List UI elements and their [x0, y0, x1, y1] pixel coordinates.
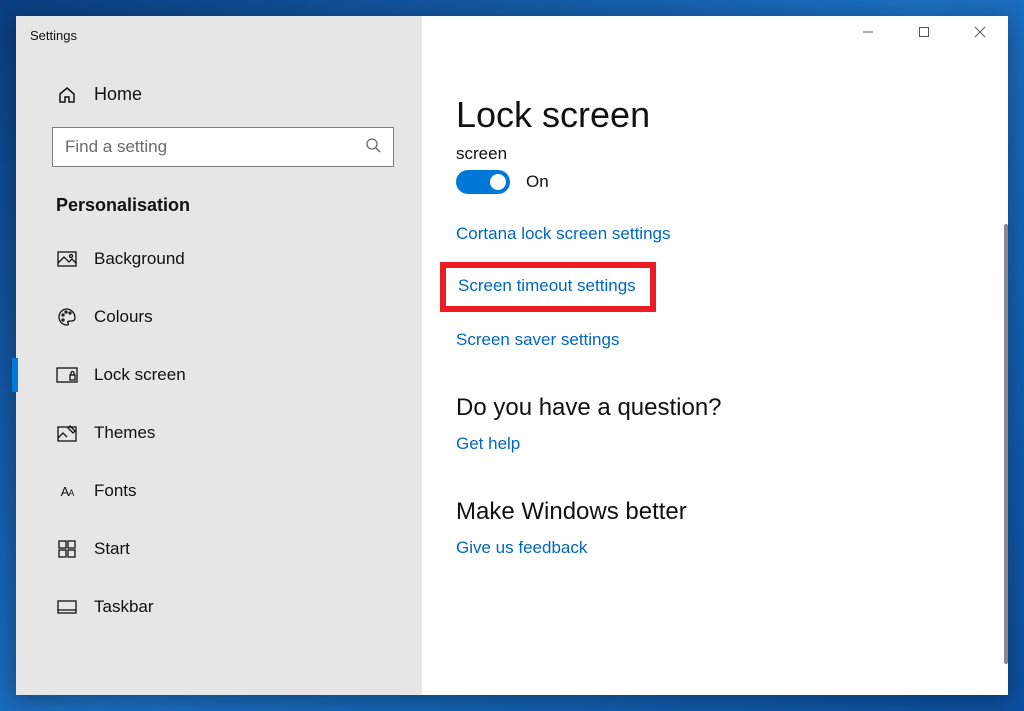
page-title: Lock screen	[456, 94, 968, 136]
toggle-state: On	[526, 172, 549, 192]
sidebar-item-colours[interactable]: Colours	[16, 288, 422, 346]
maximize-button[interactable]	[896, 16, 952, 48]
sidebar-item-label: Colours	[94, 307, 153, 327]
sidebar-item-fonts[interactable]: AA Fonts	[16, 462, 422, 520]
settings-window: Settings Home	[16, 16, 1008, 695]
search-placeholder: Find a setting	[65, 137, 167, 157]
toggle-caption: screen	[456, 144, 968, 164]
content-pane: Lock screen screen On Cortana lock scree…	[422, 16, 1008, 695]
sidebar-item-label: Fonts	[94, 481, 137, 501]
search-input[interactable]: Find a setting	[52, 127, 394, 167]
feedback-header: Make Windows better	[456, 498, 968, 526]
taskbar-icon	[56, 600, 78, 614]
minimize-button[interactable]	[840, 16, 896, 48]
desktop-background: Settings Home	[0, 0, 1024, 711]
highlight-box: Screen timeout settings	[440, 262, 656, 312]
picture-icon	[56, 251, 78, 267]
toggle-row: On	[456, 170, 968, 194]
get-help-link[interactable]: Get help	[456, 434, 520, 454]
sidebar-item-label: Taskbar	[94, 597, 154, 617]
sidebar-item-lock-screen[interactable]: Lock screen	[16, 346, 422, 404]
feedback-link[interactable]: Give us feedback	[456, 538, 587, 558]
screen-saver-link[interactable]: Screen saver settings	[456, 330, 619, 350]
sidebar-item-label: Background	[94, 249, 185, 269]
sidebar-item-themes[interactable]: Themes	[16, 404, 422, 462]
sidebar-item-label: Lock screen	[94, 365, 186, 385]
scrollbar-thumb[interactable]	[1004, 224, 1008, 664]
search-icon	[365, 137, 381, 158]
home-label: Home	[94, 84, 142, 105]
sidebar-item-start[interactable]: Start	[16, 520, 422, 578]
lock-screen-icon	[56, 367, 78, 383]
close-button[interactable]	[952, 16, 1008, 48]
titlebar: Settings	[16, 16, 1008, 48]
sidebar: Home Find a setting Personalisation Back…	[16, 16, 422, 695]
window-controls	[840, 16, 1008, 48]
screen-toggle[interactable]	[456, 170, 510, 194]
help-header: Do you have a question?	[456, 394, 968, 422]
sidebar-item-label: Themes	[94, 423, 155, 443]
sidebar-item-background[interactable]: Background	[16, 230, 422, 288]
sidebar-item-label: Start	[94, 539, 130, 559]
window-title: Settings	[16, 22, 77, 43]
palette-icon	[56, 307, 78, 327]
cortana-link[interactable]: Cortana lock screen settings	[456, 224, 671, 244]
fonts-icon: AA	[56, 484, 78, 499]
home-icon	[56, 85, 78, 105]
screen-timeout-link[interactable]: Screen timeout settings	[458, 276, 636, 296]
sidebar-item-taskbar[interactable]: Taskbar	[16, 578, 422, 636]
home-button[interactable]: Home	[16, 66, 422, 123]
start-icon	[56, 540, 78, 558]
section-header: Personalisation	[16, 181, 422, 230]
themes-icon	[56, 424, 78, 442]
